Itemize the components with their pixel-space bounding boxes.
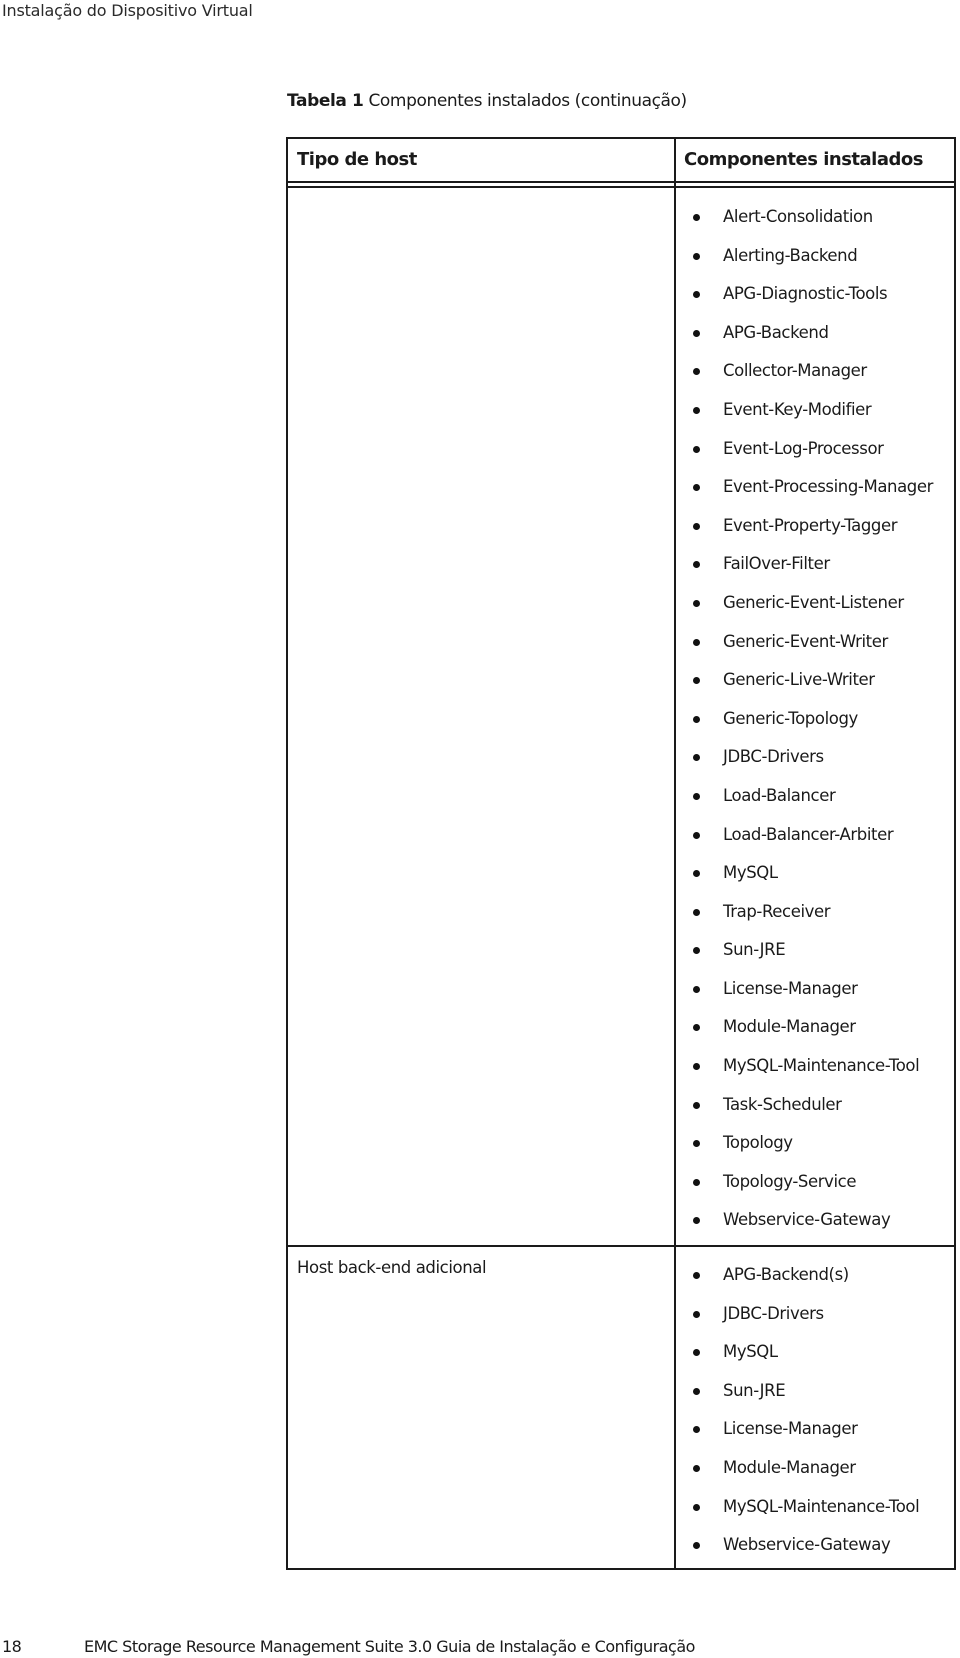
bullet-icon — [693, 522, 700, 530]
bullet-icon — [693, 1464, 700, 1472]
bullet-icon — [693, 1349, 700, 1357]
header-rule-double — [288, 186, 954, 188]
row-2-host-type: Host back-end adicional — [297, 1258, 487, 1277]
bullet-icon — [693, 1063, 700, 1071]
component-name: FailOver-Filter — [723, 554, 830, 574]
bullet-icon — [693, 1101, 700, 1109]
bullet-icon — [693, 599, 700, 607]
bullet-icon — [693, 445, 700, 453]
bullet-icon — [693, 1024, 700, 1032]
component-name: MySQL-Maintenance-Tool — [723, 1056, 920, 1076]
component-name: JDBC-Drivers — [723, 1303, 824, 1323]
component-name: Sun-JRE — [723, 940, 786, 960]
bullet-icon — [693, 291, 700, 299]
bullet-icon — [693, 368, 700, 376]
component-name: Module-Manager — [723, 1457, 856, 1477]
bullet-icon — [693, 947, 700, 955]
component-name: APG-Backend — [723, 322, 829, 342]
component-name: Webservice-Gateway — [723, 1210, 891, 1230]
bullet-icon — [693, 1310, 700, 1318]
component-name: Topology-Service — [723, 1171, 857, 1191]
component-name: JDBC-Drivers — [723, 747, 824, 767]
component-name: Generic-Live-Writer — [723, 670, 875, 690]
bullet-icon — [693, 406, 700, 414]
component-name: Alerting-Backend — [723, 245, 858, 265]
component-name: Trap-Receiver — [723, 901, 831, 921]
column-header-components: Componentes instalados — [684, 149, 923, 170]
bullet-icon — [693, 484, 700, 492]
component-name: Generic-Topology — [723, 708, 858, 728]
table-caption-text: Componentes instalados (continuação) — [368, 91, 687, 111]
component-name: Sun-JRE — [723, 1380, 786, 1400]
component-name: APG-Backend(s) — [723, 1265, 849, 1284]
bullet-icon — [693, 985, 700, 993]
table-caption: Tabela 1 Componentes instalados (continu… — [287, 90, 687, 112]
bullet-icon — [693, 561, 700, 569]
bullet-icon — [693, 1272, 700, 1279]
running-header: Instalação do Dispositivo Virtual — [2, 1, 253, 20]
bullet-icon — [693, 677, 700, 685]
component-name: Task-Scheduler — [723, 1094, 842, 1114]
component-name: License-Manager — [723, 978, 858, 998]
bullet-icon — [693, 715, 700, 723]
component-name: Generic-Event-Writer — [723, 631, 888, 651]
footer-title: EMC Storage Resource Management Suite 3.… — [84, 1637, 695, 1656]
component-name: Module-Manager — [723, 1017, 856, 1037]
bullet-icon — [693, 1178, 700, 1186]
component-name: MySQL-Maintenance-Tool — [723, 1496, 920, 1516]
bullet-icon — [693, 1426, 700, 1434]
component-name: License-Manager — [723, 1419, 858, 1439]
bullet-icon — [693, 1503, 700, 1511]
bullet-icon — [693, 1217, 700, 1225]
bullet-icon — [693, 754, 700, 762]
components-table: Tipo de host Componentes instalados Aler… — [286, 137, 956, 1570]
component-name: MySQL — [723, 1342, 778, 1362]
component-name: Event-Key-Modifier — [723, 399, 872, 419]
component-name: Event-Log-Processor — [723, 438, 884, 458]
page-number: 18 — [2, 1637, 22, 1656]
component-name: Load-Balancer — [723, 785, 836, 805]
component-name: Topology — [723, 1133, 793, 1153]
component-name: APG-Diagnostic-Tools — [723, 284, 888, 304]
row-divider — [288, 1245, 954, 1247]
component-name: Event-Property-Tagger — [723, 515, 898, 535]
component-name: Generic-Event-Listener — [723, 592, 904, 612]
component-name: Alert-Consolidation — [723, 207, 873, 226]
column-header-host-type: Tipo de host — [297, 149, 417, 170]
bullet-icon — [693, 908, 700, 916]
table-caption-label: Tabela 1 — [287, 91, 364, 111]
bullet-icon — [693, 792, 700, 800]
component-name: MySQL — [723, 863, 778, 883]
bullet-icon — [693, 831, 700, 839]
bullet-icon — [693, 638, 700, 646]
bullet-icon — [693, 870, 700, 878]
header-rule — [288, 181, 954, 183]
bullet-icon — [693, 329, 700, 337]
bullet-icon — [693, 1387, 700, 1395]
bullet-icon — [693, 1140, 700, 1148]
bullet-icon — [693, 252, 700, 260]
component-name: Event-Processing-Manager — [723, 477, 934, 497]
column-divider — [674, 139, 676, 1568]
component-name: Load-Balancer-Arbiter — [723, 824, 894, 844]
bullet-icon — [693, 1542, 700, 1550]
component-name: Webservice-Gateway — [723, 1535, 891, 1555]
bullet-icon — [693, 214, 700, 221]
component-name: Collector-Manager — [723, 361, 867, 381]
page-footer: 18 EMC Storage Resource Management Suite… — [0, 1636, 960, 1658]
